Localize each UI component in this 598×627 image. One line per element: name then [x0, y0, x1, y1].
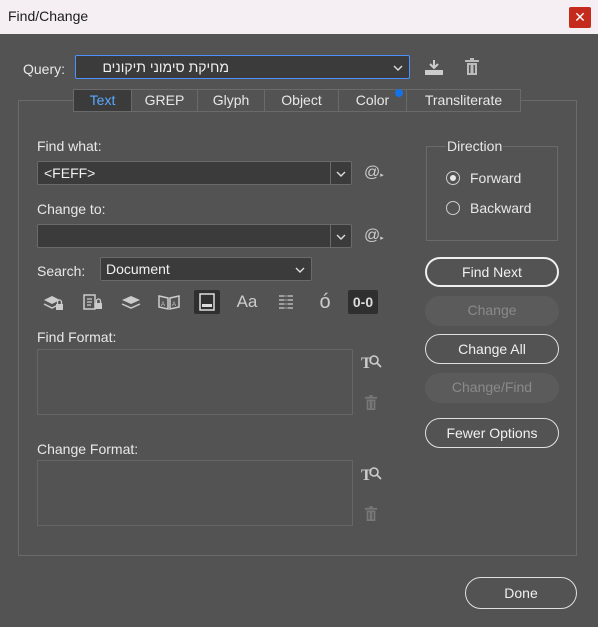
title-bar: Find/Change ✕	[0, 0, 598, 34]
chevron-down-icon[interactable]	[332, 162, 350, 184]
tab-bar: Text GREP Glyph Object Color Translitera…	[73, 89, 521, 112]
tab-glyph[interactable]: Glyph	[198, 90, 265, 111]
special-characters-find-icon[interactable]: @▸	[364, 162, 388, 184]
include-master-pages-icon[interactable]: AA	[156, 290, 182, 314]
close-button[interactable]: ✕	[569, 7, 591, 28]
fewer-options-button[interactable]: Fewer Options	[425, 418, 559, 448]
change-format-label: Change Format:	[37, 441, 139, 457]
width-sensitive-icon[interactable]: 0-0	[348, 290, 378, 314]
include-locked-layers-icon[interactable]	[40, 290, 66, 314]
search-scope-select[interactable]: Document	[100, 257, 312, 281]
change-find-button[interactable]: Change/Find	[425, 373, 559, 403]
kana-sensitive-icon[interactable]: ó	[312, 290, 338, 314]
include-footnotes-icon[interactable]	[194, 290, 220, 314]
at-sign-glyph: @	[364, 164, 381, 181]
save-query-button[interactable]	[422, 56, 446, 78]
find-what-value: <FEFF>	[44, 165, 96, 181]
specify-find-format-button[interactable]: T	[359, 351, 383, 373]
close-icon: ✕	[574, 9, 586, 25]
query-value: מחיקת סימוני תיקונים	[102, 59, 229, 75]
save-query-icon	[425, 60, 443, 75]
clear-change-format-button[interactable]	[359, 503, 383, 525]
notification-dot	[395, 89, 403, 97]
case-sensitive-icon[interactable]: Aa	[234, 290, 260, 314]
svg-text:A: A	[172, 302, 176, 308]
radio-backward[interactable]	[446, 201, 460, 215]
trash-icon	[465, 58, 479, 75]
change-to-label: Change to:	[37, 201, 106, 217]
window-title: Find/Change	[8, 8, 89, 24]
forward-label: Forward	[470, 170, 522, 186]
direction-group	[426, 146, 558, 241]
change-all-button[interactable]: Change All	[425, 334, 559, 364]
clear-find-format-button[interactable]	[359, 392, 383, 414]
tab-color-label: Color	[355, 92, 390, 108]
at-sign-glyph: @	[364, 227, 381, 244]
change-button[interactable]: Change	[425, 296, 559, 326]
tab-grep[interactable]: GREP	[132, 90, 198, 111]
direction-backward-option[interactable]: Backward	[446, 200, 546, 218]
text-search-icon: T	[361, 355, 382, 372]
change-to-input[interactable]	[37, 224, 352, 248]
delete-query-button[interactable]	[460, 56, 484, 78]
text-search-icon: T	[361, 467, 382, 484]
chevron-down-icon	[389, 56, 407, 78]
done-button[interactable]: Done	[465, 577, 577, 609]
backward-label: Backward	[470, 200, 532, 216]
tab-text[interactable]: Text	[74, 90, 132, 111]
find-format-box[interactable]	[37, 349, 353, 415]
query-label: Query:	[23, 61, 66, 77]
find-format-label: Find Format:	[37, 329, 117, 345]
direction-legend: Direction	[446, 138, 504, 154]
include-hidden-layers-icon[interactable]	[118, 290, 144, 314]
svg-text:A: A	[161, 302, 165, 308]
find-next-button[interactable]: Find Next	[425, 257, 559, 287]
direction-forward-option[interactable]: Forward	[446, 170, 546, 188]
find-what-label: Find what:	[37, 138, 102, 154]
chevron-down-icon[interactable]	[332, 225, 350, 247]
special-characters-change-icon[interactable]: @▸	[364, 225, 388, 247]
field-separator	[330, 225, 331, 247]
field-separator	[330, 162, 331, 184]
chevron-down-icon	[291, 258, 309, 280]
tab-color[interactable]: Color	[339, 89, 407, 111]
radio-forward[interactable]	[446, 171, 460, 185]
whole-word-icon[interactable]	[273, 290, 299, 314]
trash-icon	[364, 506, 378, 521]
tab-transliterate[interactable]: Transliterate	[407, 90, 520, 111]
search-label: Search:	[37, 263, 86, 279]
query-select[interactable]: מחיקת סימוני תיקונים	[75, 55, 410, 79]
tab-object[interactable]: Object	[265, 90, 339, 111]
search-scope-value: Document	[106, 261, 170, 277]
specify-change-format-button[interactable]: T	[359, 463, 383, 485]
include-locked-stories-icon[interactable]	[80, 290, 106, 314]
trash-icon	[364, 395, 378, 410]
change-format-box[interactable]	[37, 460, 353, 526]
find-what-input[interactable]: <FEFF>	[37, 161, 352, 185]
